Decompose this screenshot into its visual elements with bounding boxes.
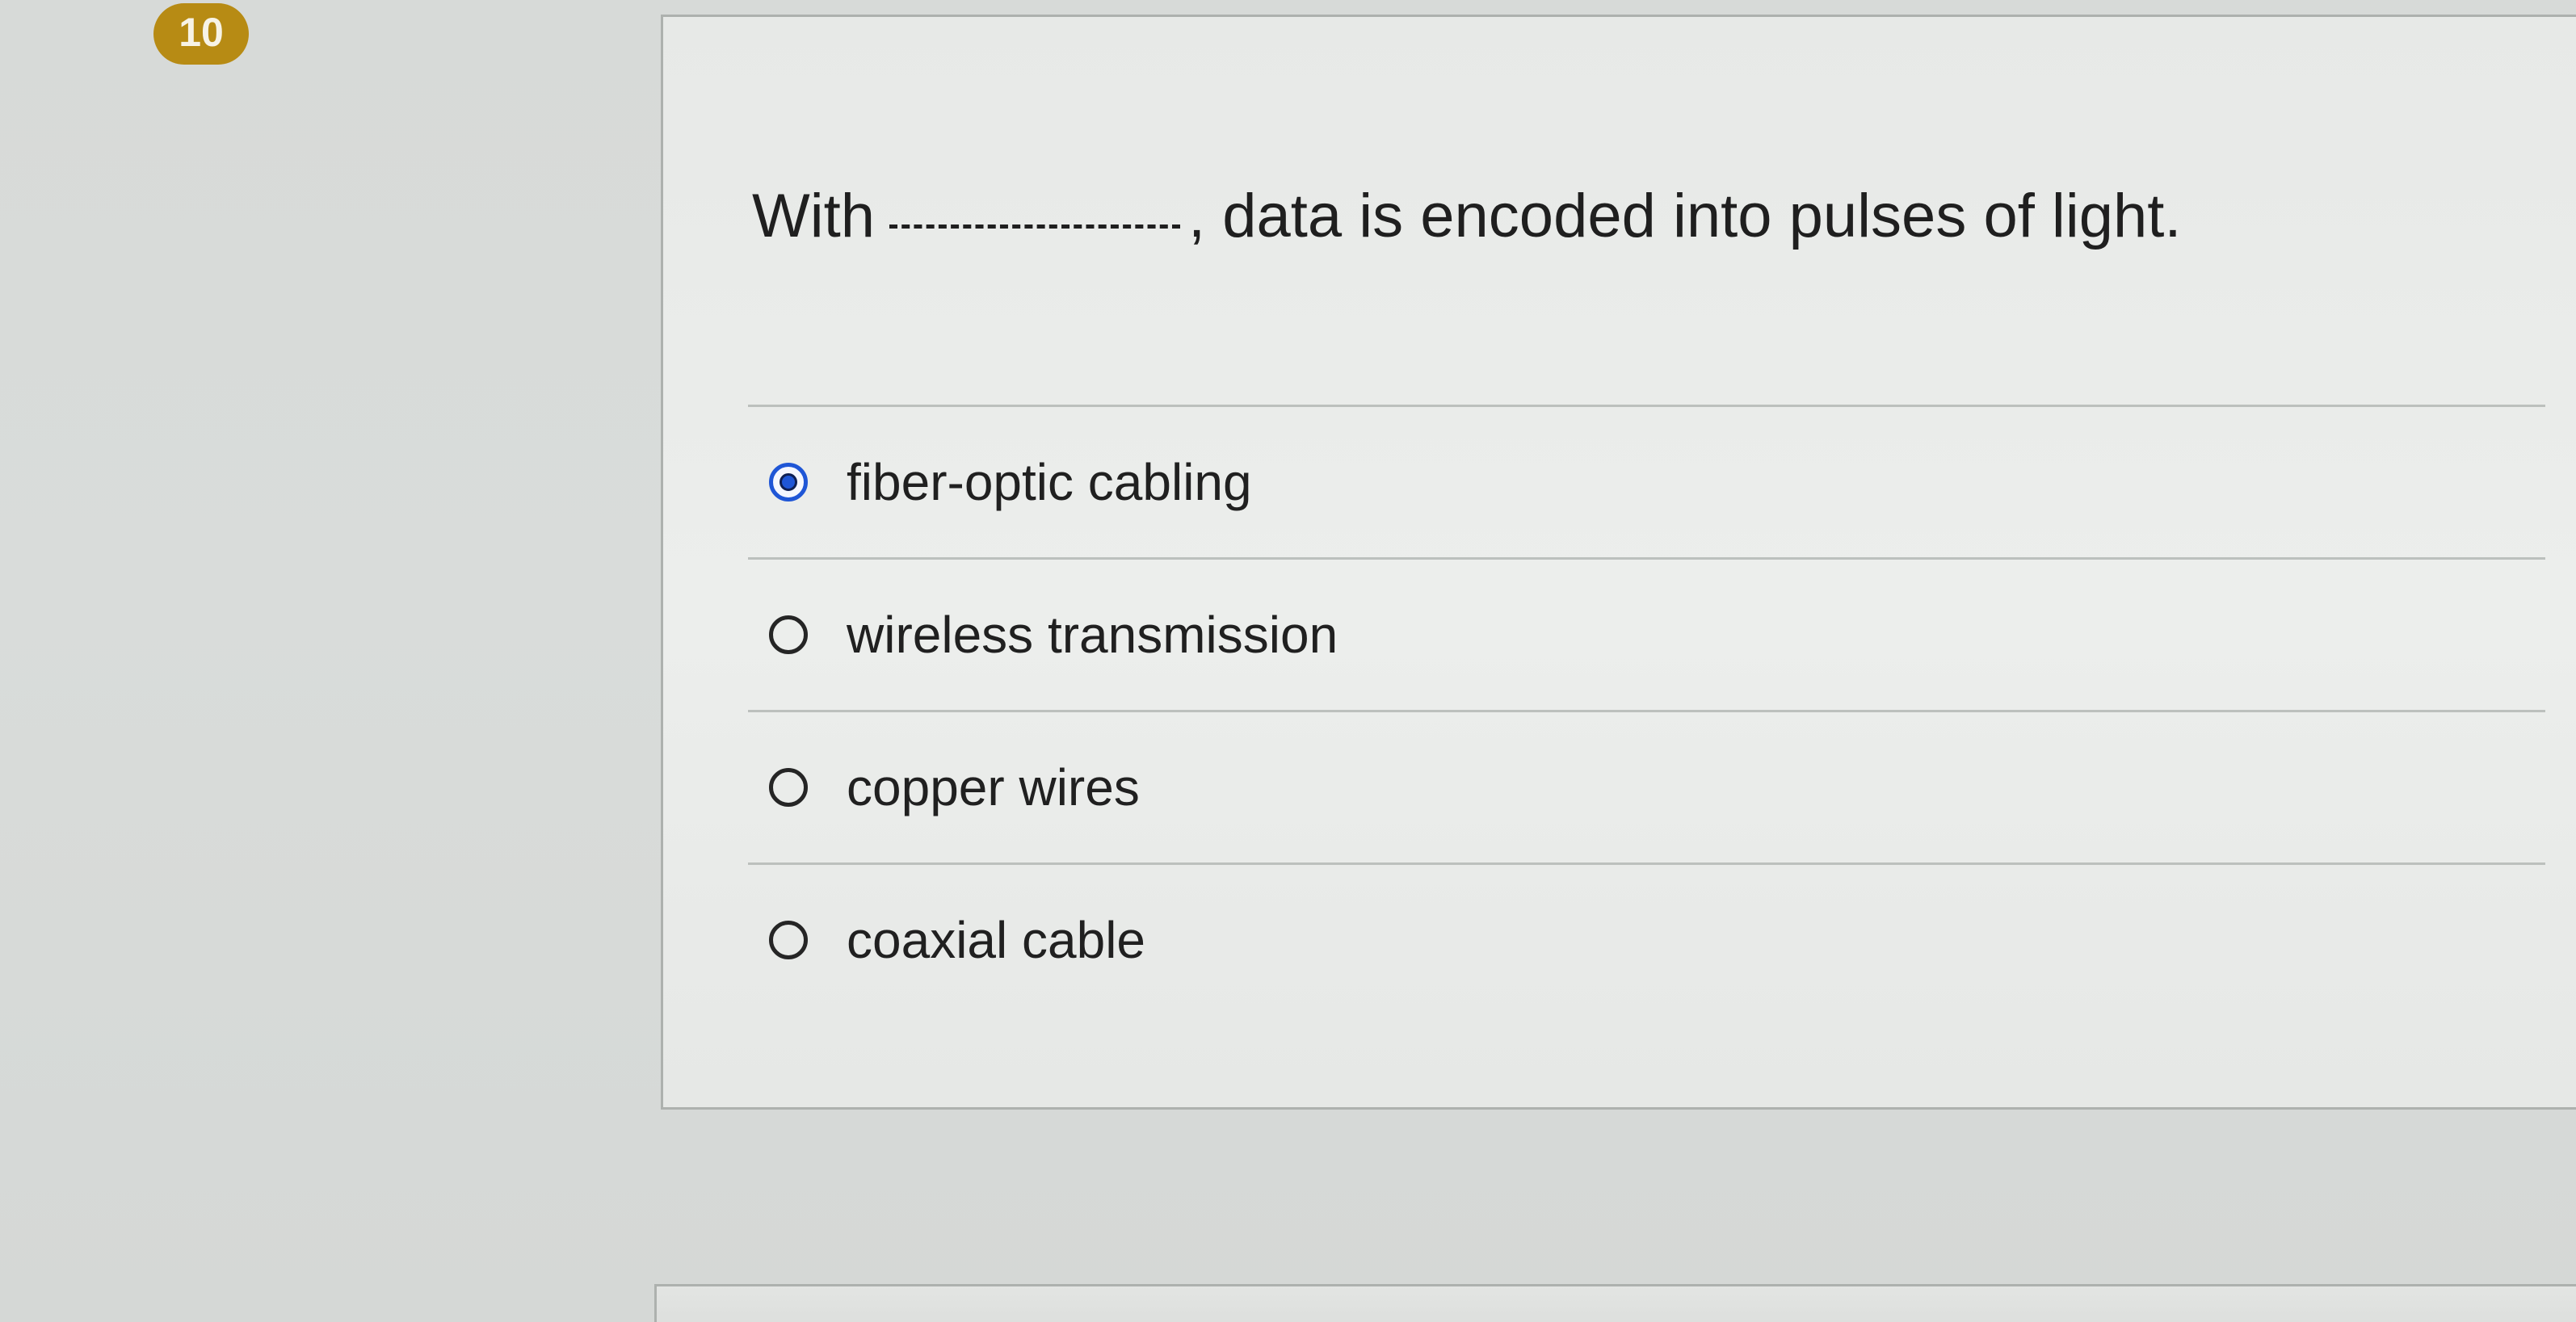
question-prompt: With , data is encoded into pulses of lig… [752, 180, 2181, 253]
question-number-badge: 10 [153, 3, 249, 65]
question-suffix: , data is encoded into pulses of light. [1188, 182, 2182, 250]
radio-button[interactable] [769, 921, 808, 959]
next-question-card-edge [654, 1284, 2576, 1322]
answer-choice-list: fiber-optic cabling wireless transmissio… [748, 405, 2545, 1015]
radio-button[interactable] [769, 768, 808, 807]
answer-option-wireless-transmission[interactable]: wireless transmission [748, 560, 2545, 710]
answer-option-fiber-optic-cabling[interactable]: fiber-optic cabling [748, 407, 2545, 557]
answer-label: fiber-optic cabling [847, 453, 1252, 511]
answer-option-copper-wires[interactable]: copper wires [748, 712, 2545, 862]
answer-label: copper wires [847, 758, 1140, 816]
answer-label: wireless transmission [847, 606, 1338, 664]
radio-button[interactable] [769, 615, 808, 654]
question-card: With , data is encoded into pulses of lig… [661, 15, 2576, 1110]
answer-label: coaxial cable [847, 911, 1145, 969]
selected-radio-button[interactable] [769, 463, 808, 502]
answer-option-coaxial-cable[interactable]: coaxial cable [748, 865, 2545, 1015]
answer-blank [889, 225, 1180, 229]
question-prefix: With [752, 182, 875, 250]
